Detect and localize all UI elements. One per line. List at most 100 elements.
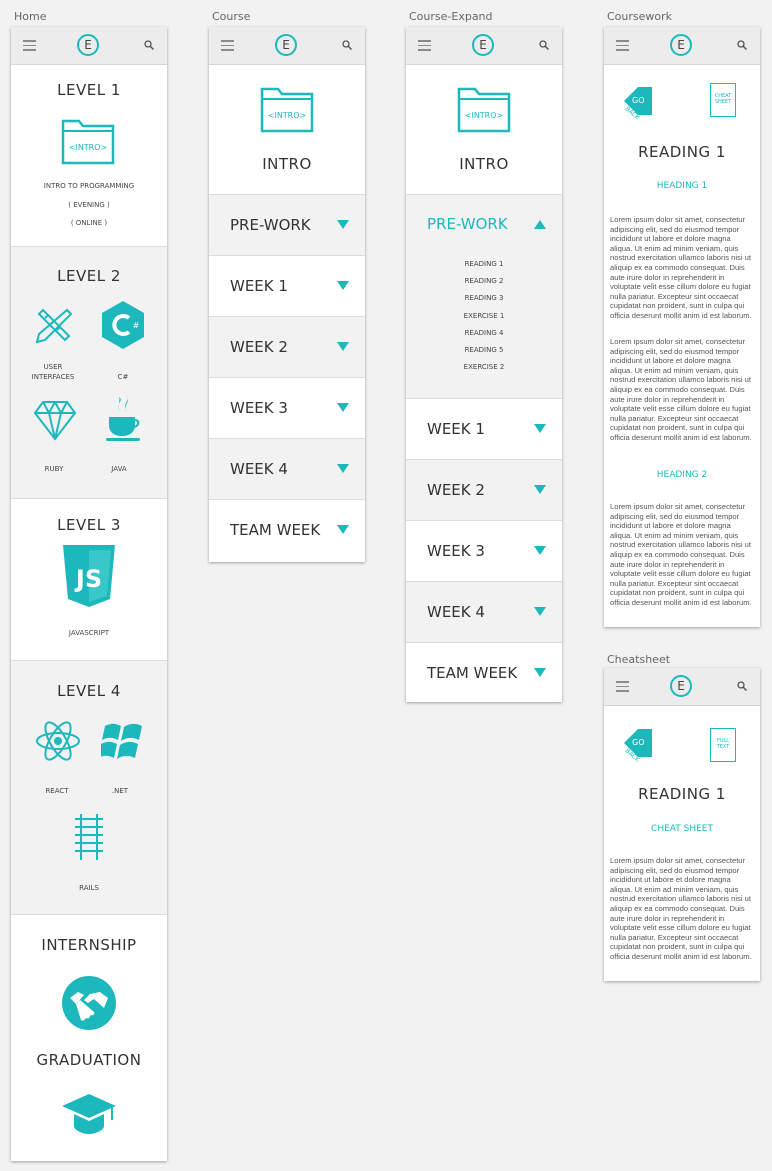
accordion-row-team-week[interactable]: TEAM WEEK <box>406 643 562 704</box>
subitem-exercise-2[interactable]: EXERCISE 2 <box>406 359 562 376</box>
ruby-gem-icon[interactable] <box>33 399 77 441</box>
paragraph-2: Lorem ipsum dolor sit amet, consectetur … <box>610 337 752 442</box>
accordion-row-week-1[interactable]: WEEK 1 <box>209 256 365 317</box>
nav-bar: E <box>604 668 760 706</box>
search-icon[interactable] <box>539 40 549 50</box>
java-cup-icon[interactable] <box>103 393 145 443</box>
subitem-reading-5[interactable]: READING 5 <box>406 342 562 359</box>
subitem-exercise-1[interactable]: EXERCISE 1 <box>406 308 562 325</box>
accordion-open-prework: PRE-WORK READING 1 READING 2 READING 3 E… <box>406 195 562 399</box>
skill-label-ruby: RUBY <box>44 465 64 473</box>
course-header: <INTRO> INTRO <box>209 65 365 195</box>
accordion-row-week-2[interactable]: WEEK 2 <box>406 460 562 521</box>
folder-label: <INTRO> <box>69 143 108 152</box>
row-label: WEEK 1 <box>230 277 288 295</box>
level-4-section: LEVEL 4 REACT .NET RAILS <box>11 661 167 915</box>
handshake-icon[interactable] <box>62 976 116 1030</box>
expand-arrow-icon <box>337 464 349 473</box>
accordion-row-week-1[interactable]: WEEK 1 <box>406 399 562 460</box>
level-1-section[interactable]: LEVEL 1 <INTRO> INTRO TO PROGRAMMING ( E… <box>11 65 167 247</box>
coursework-screen: E GO BACK CHEAT SHEET READING 1 HEADING … <box>604 27 760 627</box>
rails-track-icon[interactable] <box>73 814 105 860</box>
accordion-row-week-2[interactable]: WEEK 2 <box>209 317 365 378</box>
accordion-row-prework[interactable]: PRE-WORK <box>209 195 365 256</box>
course-header: <INTRO> INTRO <box>406 65 562 195</box>
go-back-button[interactable]: GO BACK <box>624 727 654 763</box>
collapse-arrow-icon[interactable] <box>534 220 546 229</box>
skill-label-java: JAVA <box>111 465 127 473</box>
level-3-title: LEVEL 3 <box>57 516 121 534</box>
expand-arrow-icon <box>534 424 546 433</box>
cheat-sheet-heading: CHEAT SHEET <box>651 824 713 834</box>
logo-badge[interactable]: E <box>670 34 692 56</box>
doc-label: CHEAT SHEET <box>714 93 732 105</box>
search-icon[interactable] <box>737 40 747 50</box>
row-label: WEEK 3 <box>230 399 288 417</box>
csharp-icon[interactable]: # <box>100 300 146 350</box>
row-label: PRE-WORK <box>230 216 311 234</box>
paragraph-1: Lorem ipsum dolor sit amet, consectetur … <box>610 215 752 320</box>
row-label: WEEK 4 <box>230 460 288 478</box>
course-screen: E <INTRO> INTRO PRE-WORK WEEK 1 WEEK 2 W… <box>209 27 365 562</box>
doc-label: FULL TEXT <box>716 738 730 750</box>
nav-bar: E <box>11 27 167 65</box>
go-label: GO <box>632 96 645 105</box>
row-label: WEEK 2 <box>427 481 485 499</box>
reading-title: READING 1 <box>638 143 726 161</box>
skill-label-dotnet: .NET <box>111 787 129 795</box>
accordion-open-label[interactable]: PRE-WORK <box>427 215 508 233</box>
menu-icon[interactable] <box>23 40 36 51</box>
frame-label-course: Course <box>212 10 251 23</box>
ruler-pencil-icon[interactable] <box>33 304 75 346</box>
nav-bar: E <box>209 27 365 65</box>
subitem-reading-2[interactable]: READING 2 <box>406 273 562 290</box>
row-label: TEAM WEEK <box>230 521 321 539</box>
skill-label-rails: RAILS <box>79 884 99 892</box>
search-icon[interactable] <box>737 681 747 691</box>
heading-2: HEADING 2 <box>656 470 708 480</box>
subitem-reading-1[interactable]: READING 1 <box>406 256 562 273</box>
menu-icon[interactable] <box>616 40 629 51</box>
logo-badge[interactable]: E <box>275 34 297 56</box>
course-expand-screen: E <INTRO> INTRO PRE-WORK READING 1 READI… <box>406 27 562 702</box>
accordion-row-week-4[interactable]: WEEK 4 <box>209 439 365 500</box>
cheatsheet-screen: E GO BACK FULL TEXT READING 1 CHEAT SHEE… <box>604 668 760 981</box>
logo-badge[interactable]: E <box>77 34 99 56</box>
graduation-cap-icon[interactable] <box>62 1092 116 1136</box>
expand-arrow-icon <box>534 546 546 555</box>
search-icon[interactable] <box>144 40 154 50</box>
go-back-button[interactable]: GO BACK <box>624 85 654 121</box>
skill-label-react: REACT <box>45 787 69 795</box>
row-label: WEEK 4 <box>427 603 485 621</box>
accordion-row-week-3[interactable]: WEEK 3 <box>406 521 562 582</box>
logo-badge[interactable]: E <box>472 34 494 56</box>
expand-arrow-icon <box>337 525 349 534</box>
menu-icon[interactable] <box>418 40 431 51</box>
folder-icon: <INTRO> <box>260 87 314 133</box>
subitem-list: READING 1 READING 2 READING 3 EXERCISE 1… <box>406 256 562 376</box>
menu-icon[interactable] <box>221 40 234 51</box>
subitem-reading-4[interactable]: READING 4 <box>406 325 562 342</box>
row-label: TEAM WEEK <box>427 664 518 682</box>
full-text-button[interactable]: FULL TEXT <box>710 728 736 762</box>
graduation-title: GRADUATION <box>36 1051 142 1069</box>
frame-label-cheatsheet: Cheatsheet <box>607 653 671 666</box>
level-2-section: LEVEL 2 USER INTERFACES # C# RUBY JAVA <box>11 247 167 499</box>
windows-icon[interactable] <box>101 718 145 760</box>
folder-icon: <INTRO> <box>457 87 511 133</box>
logo-badge[interactable]: E <box>670 675 692 697</box>
subitem-reading-3[interactable]: READING 3 <box>406 290 562 307</box>
menu-icon[interactable] <box>616 681 629 692</box>
skill-label-javascript: JAVASCRIPT <box>68 629 110 637</box>
accordion-row-week-3[interactable]: WEEK 3 <box>209 378 365 439</box>
accordion-row-team-week[interactable]: TEAM WEEK <box>209 500 365 561</box>
folder-icon: <INTRO> <box>61 119 115 165</box>
reading-title: READING 1 <box>638 785 726 803</box>
javascript-shield-icon[interactable]: JS <box>63 545 115 607</box>
level-4-title: LEVEL 4 <box>57 682 121 700</box>
react-atom-icon[interactable] <box>34 720 82 762</box>
svg-text:JS: JS <box>74 565 102 593</box>
accordion-row-week-4[interactable]: WEEK 4 <box>406 582 562 643</box>
cheat-sheet-button[interactable]: CHEAT SHEET <box>710 83 736 117</box>
search-icon[interactable] <box>342 40 352 50</box>
